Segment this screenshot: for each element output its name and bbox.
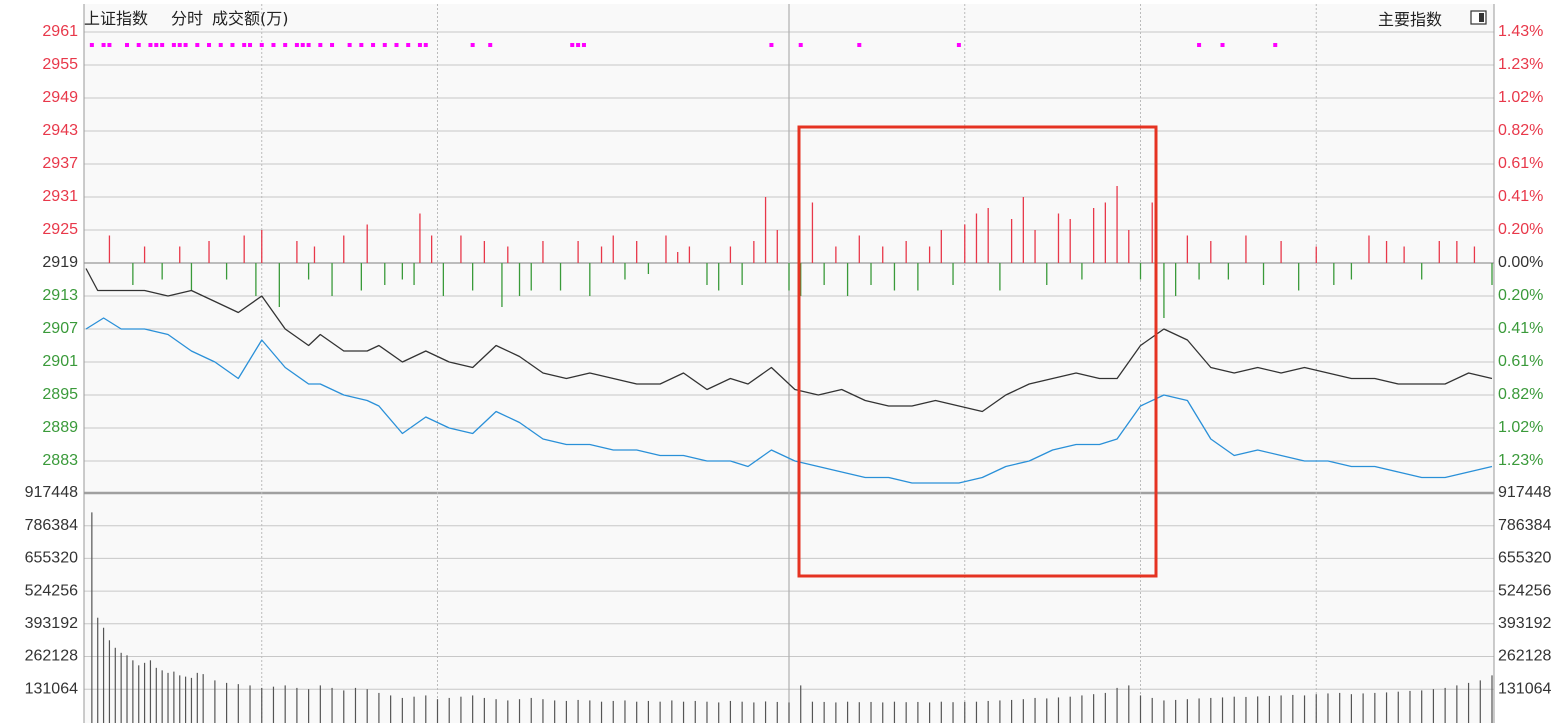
signal-dot <box>125 43 130 47</box>
panel-toggle-icon[interactable] <box>1470 10 1487 25</box>
left-tick-label: 2943 <box>42 122 78 139</box>
mode-label: 分时 <box>171 9 203 28</box>
signal-dot <box>248 43 253 47</box>
right-tick-label: 1.23% <box>1498 56 1543 73</box>
volume-tick-right: 655320 <box>1498 550 1551 567</box>
signal-dot <box>423 43 428 47</box>
left-tick-label: 2949 <box>42 89 78 106</box>
signal-dot <box>306 43 311 47</box>
volume-tick-right: 786384 <box>1498 517 1551 534</box>
signal-dot <box>101 43 106 47</box>
volume-tick-left: 917448 <box>25 484 78 501</box>
signal-dot <box>347 43 352 47</box>
signal-dot <box>570 43 575 47</box>
signal-dot <box>488 43 493 47</box>
signal-dot <box>242 43 247 47</box>
left-tick-label: 2931 <box>42 188 78 205</box>
signal-dot <box>259 43 264 47</box>
signal-dot <box>1197 43 1202 47</box>
right-tick-label: 0.61% <box>1498 353 1543 370</box>
left-tick-label: 2937 <box>42 155 78 172</box>
left-tick-label: 2955 <box>42 56 78 73</box>
signal-dot <box>300 43 305 47</box>
signal-dot <box>371 43 376 47</box>
signal-dot <box>576 43 581 47</box>
volume-tick-left: 262128 <box>25 648 78 665</box>
right-tick-label: 1.02% <box>1498 89 1543 106</box>
volume-tick-left: 524256 <box>25 582 78 599</box>
signal-dot <box>136 43 141 47</box>
signal-dot <box>294 43 299 47</box>
signal-dot <box>1273 43 1278 47</box>
signal-dot <box>218 43 223 47</box>
volume-unit-label: 成交额(万) <box>212 9 289 28</box>
right-tick-label: 0.82% <box>1498 122 1543 139</box>
signal-dot <box>470 43 475 47</box>
left-tick-label: 2901 <box>42 353 78 370</box>
right-tick-label: 1.23% <box>1498 452 1543 469</box>
right-tick-label: 0.61% <box>1498 155 1543 172</box>
left-tick-label: 2889 <box>42 419 78 436</box>
signal-dot <box>798 43 803 47</box>
signal-dot <box>394 43 399 47</box>
right-tick-label: 0.20% <box>1498 221 1543 238</box>
signal-dot <box>148 43 153 47</box>
volume-tick-right: 524256 <box>1498 582 1551 599</box>
left-tick-label: 2913 <box>42 287 78 304</box>
signal-dot <box>89 43 94 47</box>
volume-tick-left: 786384 <box>25 517 78 534</box>
right-tick-label: 0.82% <box>1498 386 1543 403</box>
left-tick-label: 2961 <box>42 23 78 40</box>
signal-dot <box>207 43 212 47</box>
signal-dot <box>107 43 112 47</box>
right-tick-label: 0.20% <box>1498 287 1543 304</box>
left-tick-label: 2925 <box>42 221 78 238</box>
signal-dot <box>183 43 188 47</box>
signal-dot <box>171 43 176 47</box>
signal-dot <box>769 43 774 47</box>
signal-dot <box>271 43 276 47</box>
left-tick-label: 2907 <box>42 320 78 337</box>
volume-tick-right: 131064 <box>1498 680 1551 697</box>
signal-dot <box>230 43 235 47</box>
signal-dot <box>330 43 335 47</box>
signal-dot <box>154 43 159 47</box>
right-tick-label: 0.41% <box>1498 188 1543 205</box>
volume-tick-left: 655320 <box>25 550 78 567</box>
left-base-label: 2919 <box>42 254 78 271</box>
right-base-label: 0.00% <box>1498 254 1543 271</box>
signal-dot <box>956 43 961 47</box>
signal-dot <box>160 43 165 47</box>
volume-tick-left: 393192 <box>25 615 78 632</box>
signal-dot <box>177 43 182 47</box>
left-tick-label: 2883 <box>42 452 78 469</box>
signal-dot <box>406 43 411 47</box>
left-tick-label: 2895 <box>42 386 78 403</box>
signal-dot <box>283 43 288 47</box>
signal-dot <box>359 43 364 47</box>
right-tick-label: 0.41% <box>1498 320 1543 337</box>
volume-tick-right: 393192 <box>1498 615 1551 632</box>
right-tick-label: 1.43% <box>1498 23 1543 40</box>
signal-dot <box>417 43 422 47</box>
right-tick-label: 1.02% <box>1498 419 1543 436</box>
volume-tick-right: 262128 <box>1498 648 1551 665</box>
signal-dot <box>382 43 387 47</box>
signal-dot <box>581 43 586 47</box>
volume-tick-left: 131064 <box>25 680 78 697</box>
indicator-button[interactable]: 主要指数 <box>1378 10 1442 29</box>
signal-dot <box>857 43 862 47</box>
index-name: 上证指数 <box>84 9 148 28</box>
signal-dot <box>318 43 323 47</box>
signal-dot <box>195 43 200 47</box>
intraday-chart: 2961 2955 2949 2943 2937 2931 2925 2919 2913 2907… <box>0 0 1568 723</box>
volume-tick-right: 917448 <box>1498 484 1551 501</box>
signal-dot <box>1220 43 1225 47</box>
